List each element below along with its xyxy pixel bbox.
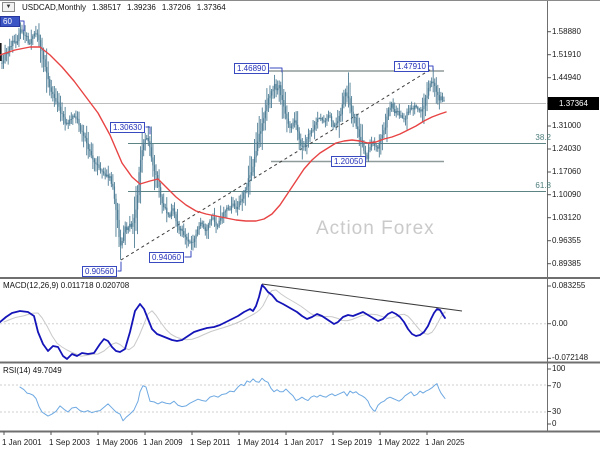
open-value: 1.38517 — [92, 2, 121, 12]
time-tick-label: 1 Jan 2017 — [284, 438, 324, 447]
chart-titlebar: ▼ USDCAD,Monthly 1.38517 1.39236 1.37206… — [2, 2, 226, 12]
price-callout[interactable]: 0.94060 — [149, 252, 184, 263]
close-value: 1.37364 — [196, 2, 226, 12]
macd-axis-label: 0.083255 — [552, 281, 586, 290]
price-tick-label: 1.17060 — [552, 167, 581, 176]
rsi-indicator-label: RSI(14) 49.7049 — [3, 366, 62, 375]
time-tick-label: 1 May 2014 — [237, 438, 279, 447]
chart-canvas[interactable] — [0, 1, 600, 451]
time-tick-label: 1 Sep 2011 — [190, 438, 231, 447]
price-callout[interactable]: 1.46890 — [234, 63, 269, 74]
rsi-axis-label: 30 — [552, 406, 561, 416]
macd-axis-label: -0.072148 — [552, 353, 589, 363]
price-tick-label: 1.51910 — [552, 49, 581, 59]
price-callout[interactable]: 60 — [0, 16, 20, 27]
rsi-axis-label: 70 — [552, 380, 561, 390]
current-price-tag: 1.37364 — [548, 97, 599, 110]
fib-level-label: 61.8 — [535, 180, 551, 190]
fib-level-label: 38.2 — [535, 132, 551, 142]
price-callout[interactable]: 1.20050 — [331, 156, 366, 167]
trading-chart-window: ▼ USDCAD,Monthly 1.38517 1.39236 1.37206… — [0, 0, 600, 451]
symbol-timeframe-label: USDCAD,Monthly — [22, 2, 87, 12]
time-tick-label: 1 Sep 2003 — [49, 438, 90, 447]
macd-indicator-label: MACD(12,26,9) 0.011718 0.020708 — [3, 281, 130, 290]
price-tick-label: 1.31000 — [552, 121, 581, 130]
time-tick-label: 1 May 2006 — [96, 438, 138, 447]
price-tick-label: 1.24030 — [552, 144, 581, 153]
price-tick-label: 1.10090 — [552, 189, 581, 199]
rsi-axis-label: 100 — [552, 364, 566, 373]
time-tick-label: 1 Jan 2009 — [143, 438, 183, 447]
price-tick-label: 0.89385 — [552, 258, 581, 268]
time-tick-label: 1 Jan 2001 — [2, 438, 42, 447]
price-tick-label: 1.03120 — [552, 212, 581, 222]
rsi-axis-label: 0 — [552, 419, 557, 428]
price-callout[interactable]: 0.90560 — [82, 266, 117, 277]
high-value: 1.39236 — [126, 2, 156, 12]
time-tick-label: 1 Jan 2025 — [425, 438, 465, 447]
time-tick-label: 1 May 2022 — [378, 438, 420, 447]
macd-axis-label: 0.00 — [552, 318, 568, 328]
time-tick-label: 1 Sep 2019 — [331, 438, 372, 447]
price-tick-label: 1.58880 — [552, 26, 581, 36]
symbol-dropdown-icon[interactable]: ▼ — [2, 2, 15, 12]
low-value: 1.37206 — [161, 2, 191, 12]
price-tick-label: 0.96355 — [552, 235, 581, 245]
price-callout[interactable]: 1.30630 — [110, 122, 145, 133]
price-tick-label: 1.44940 — [552, 72, 581, 82]
watermark: Action Forex — [316, 218, 435, 239]
price-callout[interactable]: 1.47910 — [394, 61, 429, 72]
